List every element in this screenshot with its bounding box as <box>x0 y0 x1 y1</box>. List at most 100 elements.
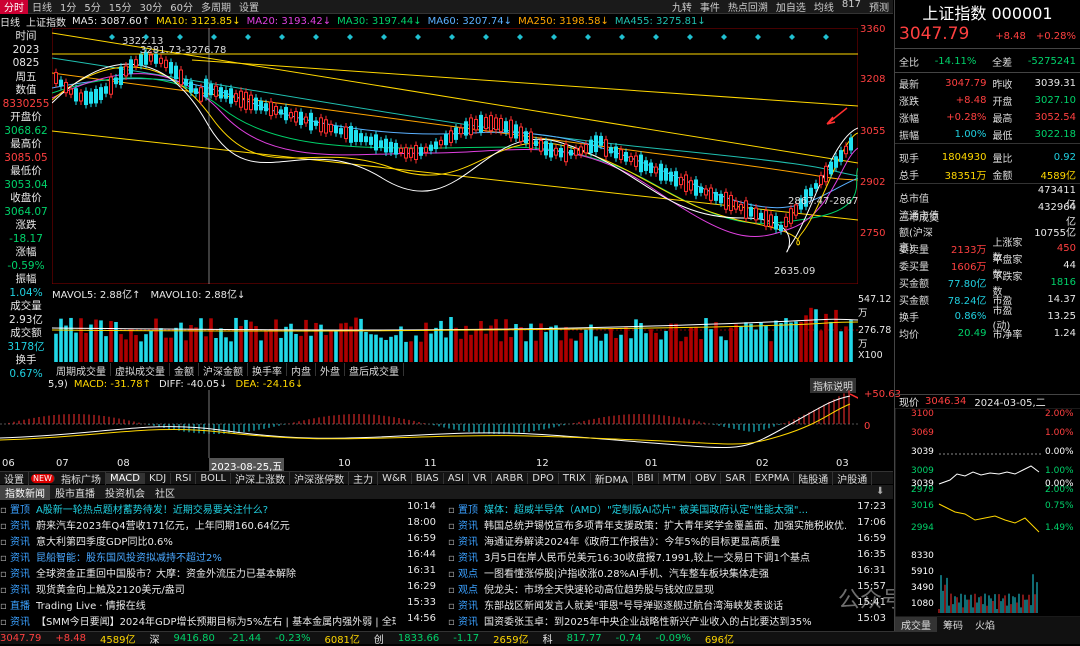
candle-body <box>664 168 668 181</box>
news-tab[interactable]: 指数新闻 <box>0 484 50 500</box>
jiuzhuan-button[interactable]: 九转 <box>668 0 696 14</box>
news-item[interactable]: ▫ 观点 一图看懂涨停股|沪指收涨0.28%AI手机、汽车整车板块集体走强 16:3… <box>448 565 890 580</box>
tab-period-4[interactable]: 15分 <box>105 0 136 14</box>
news-item[interactable]: ▫ 置顶 媒体：超威半导体（AMD）"定制版AI芯片" 被美国政府认定"性能太强"… <box>448 501 890 516</box>
candle-body <box>179 69 183 86</box>
ma-button[interactable]: 均线 <box>810 0 838 14</box>
mini-axis-tick: 3069 <box>911 428 934 438</box>
quote-label: 量比 <box>992 154 1013 165</box>
intraday-mini-chart[interactable]: 现价 3046.34 2024-03-05,二 3100 3069 3039 3009… <box>894 394 1080 632</box>
news-tab[interactable]: 投资机会 <box>100 485 150 500</box>
indicator-tab[interactable]: KDJ <box>145 472 172 484</box>
tab-period-6[interactable]: 60分 <box>166 0 197 14</box>
news-item[interactable]: ▫ 资讯 昆船智能：股东国风投资拟减持不超过2% 16:44 <box>0 549 440 564</box>
indicator-tab[interactable]: 沪股通 <box>833 470 873 486</box>
volume-bar <box>579 332 583 362</box>
download-icon[interactable]: ⬇ <box>876 486 884 497</box>
volume-bar <box>269 329 273 362</box>
news-item[interactable]: ▫ 资讯 3月5日在岸人民币兑美元16:30收盘报7.1991,较上一交易日下调1… <box>448 549 890 564</box>
news-item[interactable]: ▫ 资讯 蔚来汽车2023年Q4营收171亿元，上年同期160.64亿元 18:00 <box>0 517 440 532</box>
news-item[interactable]: ▫ 资讯 现货黄金向上触及2120美元/盎司 16:29 <box>0 581 440 596</box>
indicator-tab[interactable]: 沪深上涨数 <box>231 470 291 486</box>
quote-value: 3022.18 <box>1034 129 1076 140</box>
news-item[interactable]: ▫ 资讯 海通证券解读2024年《政府工作报告》：今年5%的目标更显高质量 16:5… <box>448 533 890 548</box>
tab-chips[interactable]: 筹码 <box>937 617 969 632</box>
hot-review-button[interactable]: 热点回溯 <box>724 0 772 14</box>
news-item[interactable]: ▫ 资讯 国资委张玉卓：到2025年中央企业战略性新兴产业收入的占比要达到35% 1… <box>448 613 890 628</box>
forecast-button[interactable]: 预测 <box>865 0 893 14</box>
tab-period-5[interactable]: 30分 <box>135 0 166 14</box>
vol-subtab[interactable]: 盘后成交量 <box>345 363 404 378</box>
tab-period-2[interactable]: 1分 <box>56 0 80 14</box>
add-watchlist-button[interactable]: 加自选 <box>772 0 810 14</box>
indicator-tab[interactable]: 设置 <box>0 470 29 486</box>
indicator-tab[interactable]: OBV <box>691 472 722 484</box>
vol-subtab[interactable]: 周期成交量 <box>52 363 111 378</box>
indicator-tab[interactable]: BIAS <box>412 472 444 484</box>
indicator-tab[interactable]: BOLL <box>196 472 232 484</box>
indicator-tab[interactable]: 新DMA <box>591 470 633 486</box>
volume-bar <box>284 326 288 362</box>
indicator-tab[interactable]: DPO <box>528 472 559 484</box>
mini-axis-tick: 0.75% <box>1045 501 1074 511</box>
indicator-tab[interactable]: ARBR <box>492 472 529 484</box>
volume-chart[interactable] <box>52 298 858 362</box>
indicator-tab[interactable]: W&R <box>378 472 412 484</box>
quote-value: 450 <box>1056 243 1076 254</box>
indicator-tab[interactable]: BBI <box>633 472 659 484</box>
volume-bar <box>674 323 678 362</box>
indicator-tab[interactable]: VR <box>469 472 492 484</box>
tab-period-7[interactable]: 多周期 <box>197 0 235 14</box>
tab-volume[interactable]: 成交量 <box>895 617 937 632</box>
news-tab[interactable]: 股市直播 <box>50 485 100 500</box>
event-button[interactable]: 事件 <box>696 0 724 14</box>
volume-bar <box>119 334 123 362</box>
vol-subtab[interactable]: 内盘 <box>287 363 316 378</box>
indicator-tab[interactable]: EXPMA <box>751 472 795 484</box>
volume-bar <box>169 337 173 362</box>
candle-body <box>219 87 223 99</box>
candle-body <box>614 146 618 159</box>
news-item[interactable]: ▫ 资讯 【SMM今日要闻】2024年GDP增长预期目标为5%左右 | 基本金属内… <box>0 613 440 628</box>
tab-period-3[interactable]: 5分 <box>80 0 104 14</box>
vol-subtab[interactable]: 金额 <box>170 363 199 378</box>
vol-subtab[interactable]: 虚拟成交量 <box>111 363 170 378</box>
indicator-tabs: 设置 NEW 指标广场 MACD KDJ RSI BOLL 沪深上涨数 沪深涨停数 主力 W&R BI… <box>0 470 893 486</box>
vol-subtab[interactable]: 沪深金额 <box>199 363 248 378</box>
indicator-tab[interactable]: ASI <box>444 472 469 484</box>
indicator-tab[interactable]: MTM <box>659 472 691 484</box>
news-item[interactable]: ▫ 资讯 全球资金正重回中国股市？大摩：资金外流压力已基本解除 16:31 <box>0 565 440 580</box>
indicator-tab[interactable]: 主力 <box>349 470 379 486</box>
news-item[interactable]: ▫ 资讯 韩国总统尹锡悦宣布多项青年支援政策：扩大青年奖学金覆盖面、加强实施税收优… <box>448 517 890 532</box>
indicator-tab[interactable]: TRIX <box>559 472 591 484</box>
vol-subtab[interactable]: 外盘 <box>316 363 345 378</box>
tab-period-1[interactable]: 日线 <box>28 0 56 14</box>
candlestick-chart[interactable]: 3322.133281.73-3276.782867.47-2867.72635… <box>52 28 858 284</box>
settings-button[interactable]: 设置 <box>235 0 263 14</box>
news-item[interactable]: ▫ 资讯 东部战区新闻发言人就美"菲恩"号导弹驱逐舰过航台湾海峡发表谈话 15:41 <box>448 597 890 612</box>
indicator-tab[interactable]: NEW <box>31 473 55 483</box>
tab-period-0[interactable]: 分时 <box>0 0 28 14</box>
news-tab[interactable]: 社区 <box>150 485 180 500</box>
news-item[interactable]: ▫ 观点 倪龙头：市场全天快速轮动高位趋势股与钱效应显现 15:57 <box>448 581 890 596</box>
indicator-tab[interactable]: MACD <box>105 472 145 484</box>
indicator-tab[interactable]: SAR <box>721 472 751 484</box>
volume-bar <box>694 326 698 362</box>
indicator-tab[interactable]: RSI <box>171 472 197 484</box>
news-time: 16:59 <box>407 533 436 544</box>
indicator-tab[interactable]: 陆股通 <box>794 470 834 486</box>
indicator-tab[interactable]: 指标广场 <box>57 470 106 486</box>
indicator-tab[interactable]: 沪深涨停数 <box>290 470 350 486</box>
news-item[interactable]: ▫ 直播 Trading Live · 情报在线 15:33 <box>0 597 440 612</box>
news-item[interactable]: ▫ 置顶 A股新一轮热点题材蓄势待发！近期交易要关注什么? 10:14 <box>0 501 440 516</box>
candle-body <box>554 147 558 156</box>
candle-body <box>54 72 58 84</box>
quote-pct: +0.28% <box>1035 31 1076 42</box>
vol-subtab[interactable]: 换手率 <box>248 363 287 378</box>
candle-body <box>444 134 448 146</box>
tab-flame[interactable]: 火焰 <box>969 617 1001 632</box>
news-item[interactable]: ▫ 资讯 意大利第四季度GDP同比0.6% 16:59 <box>0 533 440 548</box>
macd-chart[interactable] <box>0 390 858 458</box>
candle-body <box>134 59 138 67</box>
candle-body <box>294 111 298 123</box>
